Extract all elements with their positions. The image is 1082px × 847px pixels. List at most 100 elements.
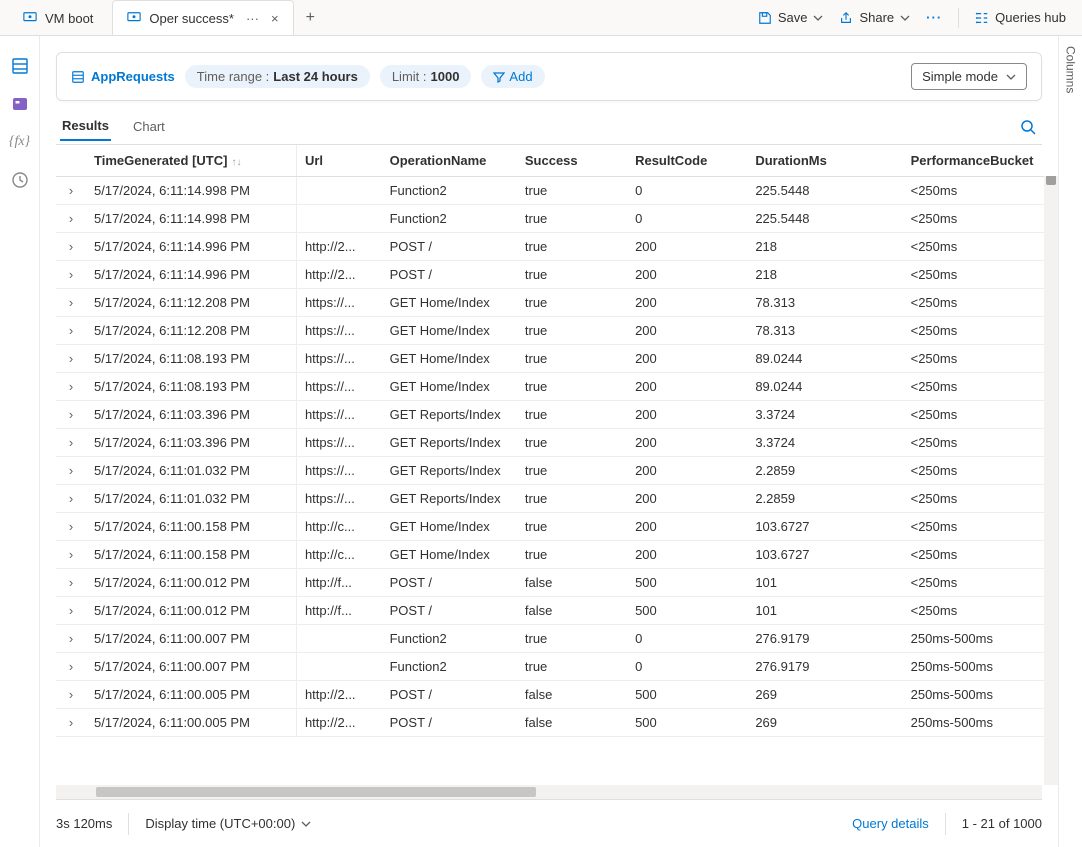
cell-ResultCode: 200 bbox=[627, 345, 747, 373]
table-row[interactable]: ›5/17/2024, 6:11:00.005 PMhttp://2...POS… bbox=[56, 709, 1058, 737]
query-details-link[interactable]: Query details bbox=[852, 816, 929, 831]
search-icon[interactable] bbox=[1020, 119, 1042, 135]
expand-row-icon[interactable]: › bbox=[56, 513, 86, 541]
expand-row-icon[interactable]: › bbox=[56, 457, 86, 485]
column-header[interactable]: DurationMs bbox=[747, 145, 902, 177]
expand-row-icon[interactable]: › bbox=[56, 429, 86, 457]
expand-row-icon[interactable]: › bbox=[56, 485, 86, 513]
expand-row-icon[interactable]: › bbox=[56, 233, 86, 261]
new-tab-button[interactable]: + bbox=[298, 9, 323, 27]
column-header[interactable] bbox=[56, 145, 86, 177]
expand-row-icon[interactable]: › bbox=[56, 625, 86, 653]
table-row[interactable]: ›5/17/2024, 6:11:14.998 PMFunction2true0… bbox=[56, 177, 1058, 205]
table-row[interactable]: ›5/17/2024, 6:11:00.158 PMhttp://c...GET… bbox=[56, 541, 1058, 569]
tab-overflow-icon[interactable]: ··· bbox=[242, 11, 263, 26]
cell-DurationMs: 276.9179 bbox=[747, 625, 902, 653]
tab-oper-success[interactable]: Oper success* ··· × bbox=[112, 0, 293, 35]
table-row[interactable]: ›5/17/2024, 6:11:00.158 PMhttp://c...GET… bbox=[56, 513, 1058, 541]
column-header[interactable]: PerformanceBucket bbox=[903, 145, 1058, 177]
cell-Success: true bbox=[517, 485, 627, 513]
table-row[interactable]: ›5/17/2024, 6:11:14.996 PMhttp://2...POS… bbox=[56, 233, 1058, 261]
save-icon bbox=[758, 11, 772, 25]
close-icon[interactable]: × bbox=[271, 11, 279, 26]
tables-icon[interactable] bbox=[10, 56, 30, 76]
limit-pill[interactable]: Limit : 1000 bbox=[380, 65, 472, 88]
sort-icon: ↑↓ bbox=[231, 157, 241, 168]
functions-icon[interactable] bbox=[10, 94, 30, 114]
share-button[interactable]: Share bbox=[839, 10, 910, 25]
cell-ResultCode: 200 bbox=[627, 485, 747, 513]
columns-panel-toggle[interactable]: Columns bbox=[1058, 36, 1082, 847]
cell-Success: true bbox=[517, 261, 627, 289]
tab-chart[interactable]: Chart bbox=[131, 113, 167, 140]
table-row[interactable]: ›5/17/2024, 6:11:14.996 PMhttp://2...POS… bbox=[56, 261, 1058, 289]
table-row[interactable]: ›5/17/2024, 6:11:00.012 PMhttp://f...POS… bbox=[56, 569, 1058, 597]
cell-TimeGenerated: 5/17/2024, 6:11:14.998 PM bbox=[86, 177, 296, 205]
cell-TimeGenerated: 5/17/2024, 6:11:00.012 PM bbox=[86, 569, 296, 597]
tab-vm-boot[interactable]: VM boot bbox=[8, 0, 108, 35]
queries-hub-button[interactable]: Queries hub bbox=[975, 10, 1066, 25]
table-row[interactable]: ›5/17/2024, 6:11:12.208 PMhttps://...GET… bbox=[56, 289, 1058, 317]
divider bbox=[945, 813, 946, 835]
table-row[interactable]: ›5/17/2024, 6:11:03.396 PMhttps://...GET… bbox=[56, 429, 1058, 457]
table-row[interactable]: ›5/17/2024, 6:11:08.193 PMhttps://...GET… bbox=[56, 345, 1058, 373]
tab-results[interactable]: Results bbox=[60, 112, 111, 141]
table-row[interactable]: ›5/17/2024, 6:11:03.396 PMhttps://...GET… bbox=[56, 401, 1058, 429]
results-table-wrap[interactable]: TimeGenerated [UTC]↑↓UrlOperationNameSuc… bbox=[56, 145, 1058, 785]
table-row[interactable]: ›5/17/2024, 6:11:00.007 PMFunction2true0… bbox=[56, 625, 1058, 653]
table-row[interactable]: ›5/17/2024, 6:11:00.007 PMFunction2true0… bbox=[56, 653, 1058, 681]
expand-row-icon[interactable]: › bbox=[56, 653, 86, 681]
time-range-pill[interactable]: Time range : Last 24 hours bbox=[185, 65, 370, 88]
expand-row-icon[interactable]: › bbox=[56, 205, 86, 233]
vertical-scrollbar[interactable] bbox=[1044, 145, 1058, 785]
table-row[interactable]: ›5/17/2024, 6:11:01.032 PMhttps://...GET… bbox=[56, 485, 1058, 513]
cell-OperationName: GET Reports/Index bbox=[382, 485, 517, 513]
add-filter-button[interactable]: Add bbox=[481, 65, 544, 88]
cell-TimeGenerated: 5/17/2024, 6:11:00.005 PM bbox=[86, 709, 296, 737]
cell-DurationMs: 2.2859 bbox=[747, 457, 902, 485]
expand-row-icon[interactable]: › bbox=[56, 597, 86, 625]
expand-row-icon[interactable]: › bbox=[56, 401, 86, 429]
table-header-row: TimeGenerated [UTC]↑↓UrlOperationNameSuc… bbox=[56, 145, 1058, 177]
column-header[interactable]: Url bbox=[296, 145, 381, 177]
table-row[interactable]: ›5/17/2024, 6:11:01.032 PMhttps://...GET… bbox=[56, 457, 1058, 485]
save-button[interactable]: Save bbox=[758, 10, 824, 25]
expand-row-icon[interactable]: › bbox=[56, 373, 86, 401]
expand-row-icon[interactable]: › bbox=[56, 541, 86, 569]
expand-row-icon[interactable]: › bbox=[56, 177, 86, 205]
cell-Success: true bbox=[517, 373, 627, 401]
expand-row-icon[interactable]: › bbox=[56, 289, 86, 317]
display-time-label: Display time (UTC+00:00) bbox=[145, 816, 295, 831]
fx-icon[interactable]: {fx} bbox=[10, 132, 30, 152]
table-row[interactable]: ›5/17/2024, 6:11:00.012 PMhttp://f...POS… bbox=[56, 597, 1058, 625]
display-time-button[interactable]: Display time (UTC+00:00) bbox=[145, 816, 311, 831]
cell-PerformanceBucket: <250ms bbox=[903, 485, 1058, 513]
table-row[interactable]: ›5/17/2024, 6:11:08.193 PMhttps://...GET… bbox=[56, 373, 1058, 401]
expand-row-icon[interactable]: › bbox=[56, 709, 86, 737]
cell-Url: http://2... bbox=[296, 233, 381, 261]
column-header[interactable]: ResultCode bbox=[627, 145, 747, 177]
column-header[interactable]: Success bbox=[517, 145, 627, 177]
column-header[interactable]: TimeGenerated [UTC]↑↓ bbox=[86, 145, 296, 177]
cell-OperationName: POST / bbox=[382, 681, 517, 709]
cell-Success: true bbox=[517, 513, 627, 541]
expand-row-icon[interactable]: › bbox=[56, 569, 86, 597]
expand-row-icon[interactable]: › bbox=[56, 317, 86, 345]
table-row[interactable]: ›5/17/2024, 6:11:14.998 PMFunction2true0… bbox=[56, 205, 1058, 233]
column-header[interactable]: OperationName bbox=[382, 145, 517, 177]
expand-row-icon[interactable]: › bbox=[56, 681, 86, 709]
cell-PerformanceBucket: <250ms bbox=[903, 233, 1058, 261]
mode-select[interactable]: Simple mode bbox=[911, 63, 1027, 90]
cell-Success: false bbox=[517, 597, 627, 625]
cell-PerformanceBucket: <250ms bbox=[903, 513, 1058, 541]
table-row[interactable]: ›5/17/2024, 6:11:12.208 PMhttps://...GET… bbox=[56, 317, 1058, 345]
horizontal-scrollbar[interactable] bbox=[56, 785, 1042, 799]
expand-row-icon[interactable]: › bbox=[56, 345, 86, 373]
expand-row-icon[interactable]: › bbox=[56, 261, 86, 289]
query-table-button[interactable]: AppRequests bbox=[71, 69, 175, 84]
cell-ResultCode: 200 bbox=[627, 233, 747, 261]
cell-ResultCode: 0 bbox=[627, 653, 747, 681]
toolbar-overflow-button[interactable]: ··· bbox=[926, 10, 942, 25]
table-row[interactable]: ›5/17/2024, 6:11:00.005 PMhttp://2...POS… bbox=[56, 681, 1058, 709]
recent-icon[interactable] bbox=[10, 170, 30, 190]
